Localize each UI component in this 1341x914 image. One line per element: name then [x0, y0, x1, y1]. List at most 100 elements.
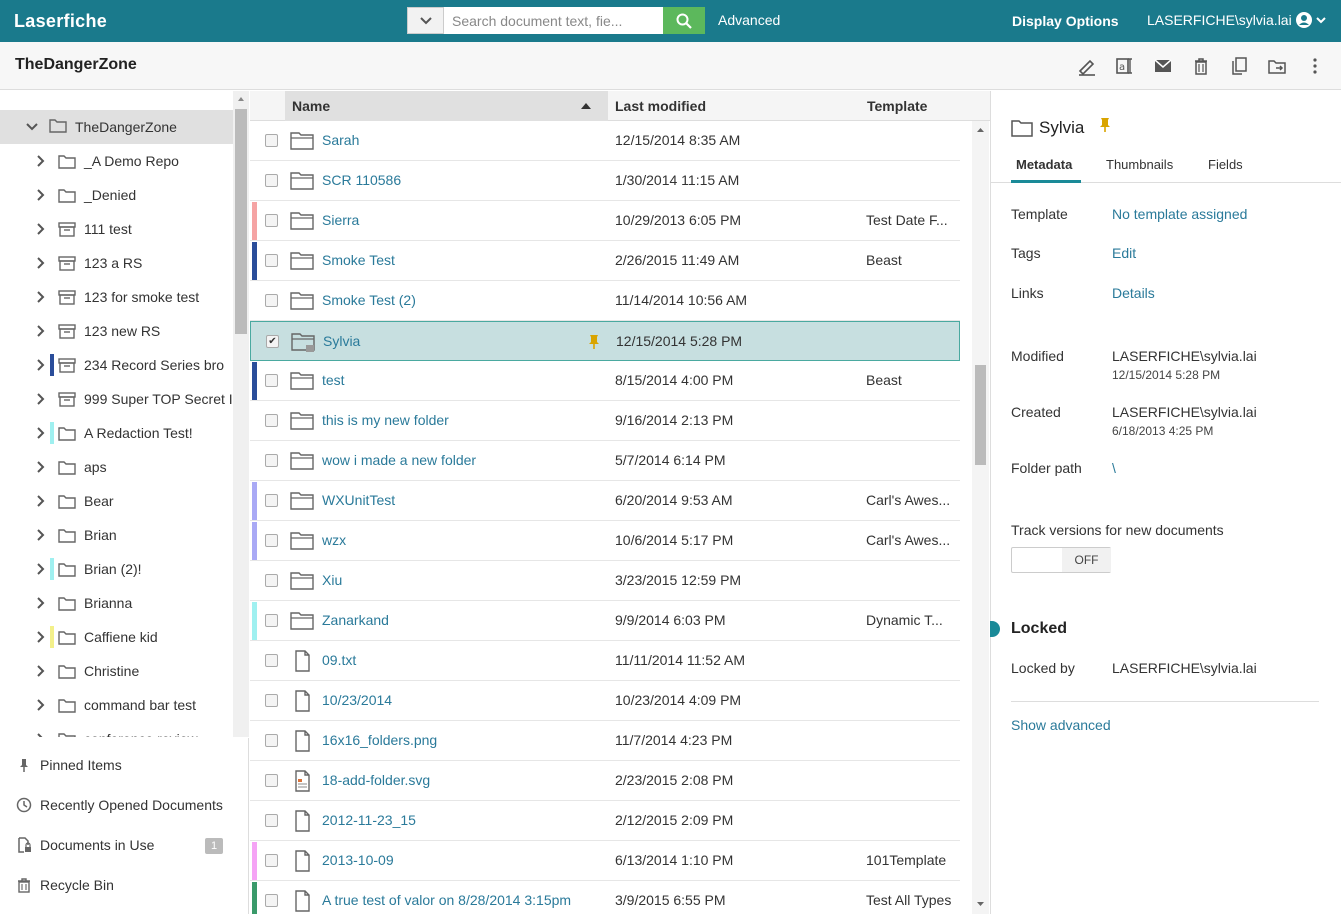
search-button[interactable]	[663, 7, 705, 34]
table-row[interactable]: Xiu 3/23/2015 12:59 PM	[250, 561, 960, 601]
table-row[interactable]: test 8/15/2014 4:00 PM Beast	[250, 361, 960, 401]
tree-item[interactable]: 123 for smoke test	[0, 280, 233, 314]
chevron-right-icon[interactable]	[34, 732, 48, 737]
tree-item[interactable]: _A Demo Repo	[0, 144, 233, 178]
row-checkbox[interactable]	[265, 734, 278, 747]
table-row[interactable]: wzx 10/6/2014 5:17 PM Carl's Awes...	[250, 521, 960, 561]
row-checkbox[interactable]	[265, 854, 278, 867]
pin-icon[interactable]	[587, 334, 601, 353]
folder-path-link[interactable]: \	[1112, 460, 1116, 476]
row-checkbox[interactable]	[265, 214, 278, 227]
template-value-link[interactable]: No template assigned	[1112, 206, 1247, 222]
pin-icon[interactable]	[1098, 117, 1112, 133]
tree-item[interactable]: conference review	[0, 722, 233, 737]
table-row[interactable]: 2012-11-23_15 2/12/2015 2:09 PM	[250, 801, 960, 841]
row-checkbox[interactable]	[265, 134, 278, 147]
row-checkbox[interactable]	[265, 894, 278, 907]
tags-edit-link[interactable]: Edit	[1112, 245, 1136, 261]
delete-button[interactable]	[1189, 54, 1213, 78]
search-input[interactable]: Search document text, fie...	[444, 7, 663, 34]
entry-name-link[interactable]: 10/23/2014	[322, 692, 392, 708]
list-scrollbar[interactable]	[972, 121, 989, 914]
entry-name-link[interactable]: test	[322, 372, 345, 388]
table-row[interactable]: 09.txt 11/11/2014 11:52 AM	[250, 641, 960, 681]
row-checkbox[interactable]	[265, 374, 278, 387]
tree-item[interactable]: Brianna	[0, 586, 233, 620]
show-advanced-link[interactable]: Show advanced	[1011, 717, 1111, 733]
tab-fields[interactable]: Fields	[1208, 157, 1243, 183]
table-row[interactable]: 2013-10-09 6/13/2014 1:10 PM 101Template	[250, 841, 960, 881]
row-checkbox[interactable]	[265, 254, 278, 267]
entry-name-link[interactable]: SCR 110586	[322, 172, 401, 188]
entry-name-link[interactable]: Xiu	[322, 572, 342, 588]
copy-button[interactable]	[1227, 54, 1251, 78]
entry-name-link[interactable]: 2012-11-23_15	[322, 812, 416, 828]
table-row[interactable]: 16x16_folders.png 11/7/2014 4:23 PM	[250, 721, 960, 761]
table-row[interactable]: this is my new folder 9/16/2014 2:13 PM	[250, 401, 960, 441]
recycle-bin-link[interactable]: Recycle Bin	[16, 875, 114, 895]
column-header-template[interactable]: Template	[860, 91, 990, 121]
brand-logo[interactable]: Laserfiche	[14, 11, 107, 32]
row-checkbox[interactable]	[265, 494, 278, 507]
entry-name-link[interactable]: WXUnitTest	[322, 492, 395, 508]
table-row[interactable]: Smoke Test (2) 11/14/2014 10:56 AM	[250, 281, 960, 321]
search-scope-dropdown[interactable]	[407, 7, 444, 34]
tree-item[interactable]: command bar test	[0, 688, 233, 722]
entry-name-link[interactable]: wzx	[322, 532, 346, 548]
tree-item[interactable]: 111 test	[0, 212, 233, 246]
chevron-right-icon[interactable]	[34, 426, 48, 440]
user-menu[interactable]: LASERFICHE\sylvia.lai	[1147, 12, 1326, 28]
tree-item[interactable]: Christine	[0, 654, 233, 688]
advanced-search-link[interactable]: Advanced	[718, 12, 780, 28]
chevron-right-icon[interactable]	[34, 358, 48, 372]
tree-scroll-thumb[interactable]	[235, 109, 247, 334]
table-row[interactable]: Sierra 10/29/2013 6:05 PM Test Date F...	[250, 201, 960, 241]
row-checkbox[interactable]	[265, 654, 278, 667]
recent-documents-link[interactable]: Recently Opened Documents	[16, 795, 223, 815]
table-row[interactable]: WXUnitTest 6/20/2014 9:53 AM Carl's Awes..…	[250, 481, 960, 521]
table-row[interactable]: Smoke Test 2/26/2015 11:49 AM Beast	[250, 241, 960, 281]
tab-metadata[interactable]: Metadata	[1011, 157, 1081, 183]
rename-button[interactable]	[1075, 54, 1099, 78]
tree-item[interactable]: aps	[0, 450, 233, 484]
chevron-right-icon[interactable]	[34, 188, 48, 202]
row-checkbox[interactable]	[265, 454, 278, 467]
entry-name-link[interactable]: 2013-10-09	[322, 852, 394, 868]
tree-item[interactable]: _Denied	[0, 178, 233, 212]
track-versions-toggle[interactable]: OFF	[1011, 547, 1111, 573]
tree-item[interactable]: Bear	[0, 484, 233, 518]
chevron-right-icon[interactable]	[34, 460, 48, 474]
scroll-down-icon[interactable]	[972, 898, 989, 910]
display-options-button[interactable]: Display Options	[1012, 13, 1119, 29]
table-row[interactable]: Sarah 12/15/2014 8:35 AM	[250, 121, 960, 161]
row-checkbox[interactable]	[265, 414, 278, 427]
table-row[interactable]: 10/23/2014 10/23/2014 4:09 PM	[250, 681, 960, 721]
column-header-name[interactable]: Name	[285, 91, 608, 121]
tree-item[interactable]: Brian (2)!	[0, 552, 233, 586]
entry-name-link[interactable]: Sylvia	[323, 333, 360, 349]
row-checkbox[interactable]	[265, 534, 278, 547]
row-checkbox[interactable]: ✔	[266, 335, 279, 348]
chevron-right-icon[interactable]	[34, 562, 48, 576]
chevron-right-icon[interactable]	[34, 494, 48, 508]
scroll-up-icon[interactable]	[972, 124, 989, 136]
row-checkbox[interactable]	[265, 774, 278, 787]
tree-root[interactable]: TheDangerZone	[0, 110, 233, 144]
row-checkbox[interactable]	[265, 294, 278, 307]
entry-name-link[interactable]: 09.txt	[322, 652, 356, 668]
row-checkbox[interactable]	[265, 574, 278, 587]
pinned-items-link[interactable]: Pinned Items	[16, 755, 122, 775]
move-button[interactable]	[1265, 54, 1289, 78]
row-checkbox[interactable]	[265, 174, 278, 187]
chevron-right-icon[interactable]	[34, 392, 48, 406]
documents-in-use-link[interactable]: Documents in Use	[16, 835, 154, 855]
chevron-right-icon[interactable]	[34, 528, 48, 542]
column-header-modified[interactable]: Last modified	[608, 91, 858, 121]
entry-name-link[interactable]: Smoke Test (2)	[322, 292, 416, 308]
list-scroll-thumb[interactable]	[975, 365, 986, 465]
tree-item[interactable]: Caffiene kid	[0, 620, 233, 654]
entry-name-link[interactable]: 16x16_folders.png	[322, 732, 437, 748]
entry-name-link[interactable]: A true test of valor on 8/28/2014 3:15pm	[322, 892, 571, 908]
entry-name-link[interactable]: wow i made a new folder	[322, 452, 476, 468]
chevron-right-icon[interactable]	[34, 630, 48, 644]
